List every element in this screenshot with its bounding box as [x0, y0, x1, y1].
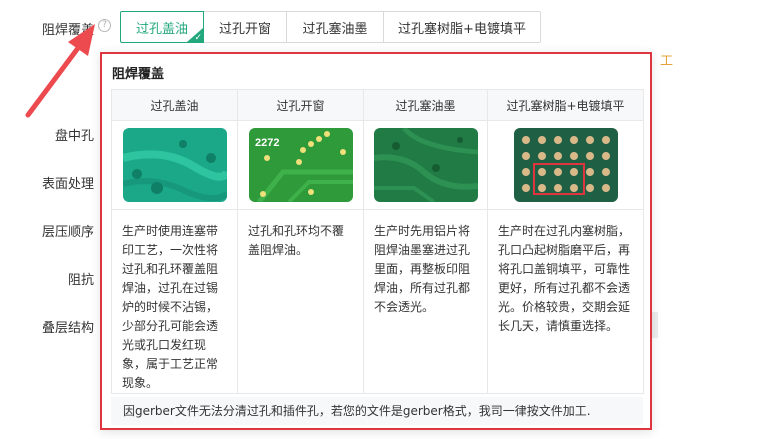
pcb-open-via-image: 2272 [248, 128, 353, 202]
table-description-row: 生产时使用连塞带印工艺，一次性将过孔和孔环覆盖阻焊油，过孔在过锡炉的时候不沾锡，… [111, 209, 644, 394]
option-label: 过孔盖油 [135, 21, 188, 37]
option-via-tented[interactable]: 过孔盖油 ✓ [120, 11, 204, 43]
description-cell: 生产时使用连塞带印工艺，一次性将过孔和孔环覆盖阻焊油，过孔在过锡炉的时候不沾锡，… [111, 209, 238, 394]
column-header: 过孔盖油 [111, 89, 238, 121]
image-cell [363, 120, 488, 210]
table-image-row: 2272 [111, 120, 644, 210]
pcb-plugged-ink-image [373, 128, 478, 202]
board-silkscreen-text: 2272 [255, 137, 279, 149]
table-header-row: 过孔盖油 过孔开窗 过孔塞油墨 过孔塞树脂+电镀填平 [111, 89, 644, 121]
solder-mask-popover: 阻焊覆盖 过孔盖油 过孔开窗 过孔塞油墨 过孔塞树脂+电镀填平 2272 生产时… [100, 52, 652, 430]
description-cell: 生产时在过孔内塞树脂，孔口凸起树脂磨平后，再将孔口盖铜填平，可靠性更好，所有过孔… [487, 209, 644, 394]
comparison-table: 过孔盖油 过孔开窗 过孔塞油墨 过孔塞树脂+电镀填平 2272 生产时使用连塞带… [111, 89, 644, 394]
column-header: 过孔开窗 [237, 89, 364, 121]
description-cell: 生产时先用铝片将阻焊油墨塞进过孔里面，再整板印阻焊油，所有过孔都不会透光。 [363, 209, 488, 394]
description-cell: 过孔和孔环均不覆盖阻焊油。 [237, 209, 364, 394]
pcb-resin-filled-image [513, 128, 618, 202]
image-cell [487, 120, 644, 210]
column-header: 过孔塞油墨 [363, 89, 488, 121]
check-icon: ✓ [194, 33, 202, 43]
image-cell [111, 120, 238, 210]
popover-title: 阻焊覆盖 [112, 67, 165, 82]
popover-footer-note: 因gerber文件无法分清过孔和插件孔，若您的文件是gerber格式，我司一律按… [111, 397, 643, 425]
image-cell: 2272 [237, 120, 364, 210]
column-header: 过孔塞树脂+电镀填平 [487, 89, 644, 121]
pcb-tented-via-image [122, 128, 227, 202]
